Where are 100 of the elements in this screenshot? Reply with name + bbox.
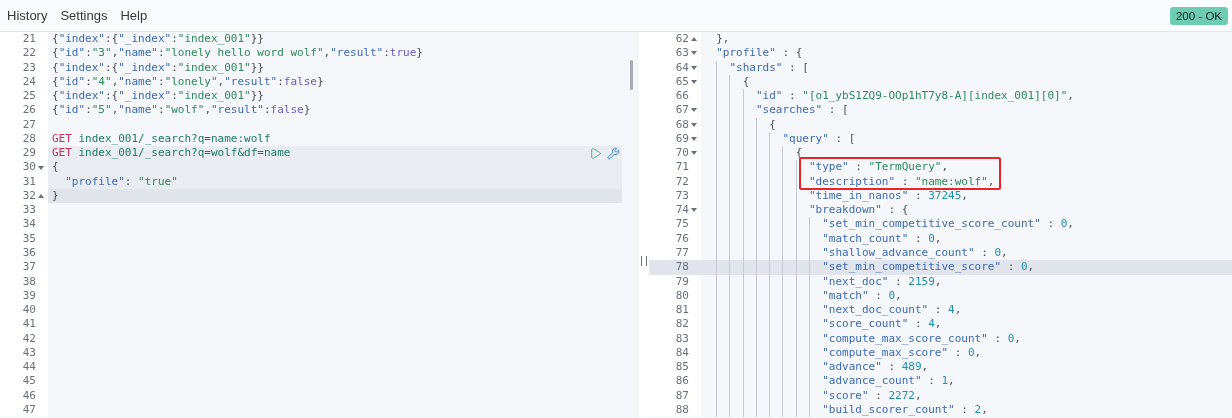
line-number: 45 xyxy=(22,374,36,389)
line-number: 69 xyxy=(675,131,689,147)
code-line: "next_doc_count" : 4, xyxy=(821,303,962,317)
code-line: GET index_001/_search?q=wolf&df=name xyxy=(52,146,291,160)
fold-arrow-icon[interactable] xyxy=(37,192,45,201)
code-line: "searches" : [ xyxy=(755,103,849,117)
code-line: "build_scorer_count" : 2, xyxy=(821,402,988,416)
fold-arrow-icon[interactable] xyxy=(37,163,45,172)
line-number: 31 xyxy=(22,174,36,189)
line-number: 28 xyxy=(22,131,36,147)
code-line: {"id":"3","name":"lonely hello word wolf","result":true} xyxy=(52,46,423,60)
code-line: "shards" : [ xyxy=(728,60,809,74)
code-line: "next_doc" : 2159, xyxy=(821,274,942,288)
line-number: 30 xyxy=(22,160,36,175)
line-number: 38 xyxy=(22,274,36,289)
line-number: 39 xyxy=(22,288,36,304)
line-number: 29 xyxy=(22,146,36,161)
resize-handle-icon[interactable] xyxy=(640,256,647,266)
code-line: "breakdown" : { xyxy=(807,203,909,217)
code-line: "set_min_competitive_score" : 0, xyxy=(821,260,1035,274)
code-line: { xyxy=(768,117,776,131)
line-number: 80 xyxy=(675,288,689,304)
line-number: 74 xyxy=(675,203,689,218)
code-line: }, xyxy=(715,32,730,45)
code-line: "match" : 0, xyxy=(821,288,902,302)
line-number: 81 xyxy=(675,303,689,318)
line-number: 36 xyxy=(22,246,36,261)
line-number: 34 xyxy=(22,217,36,232)
line-number: 88 xyxy=(675,402,689,418)
fold-arrow-icon[interactable] xyxy=(690,77,698,86)
line-number: 37 xyxy=(22,260,36,275)
line-number: 26 xyxy=(22,103,36,118)
code-line: {"index":{"_index":"index_001"}} xyxy=(52,89,264,103)
line-number: 41 xyxy=(22,317,36,332)
line-number: 73 xyxy=(675,188,689,204)
line-number: 66 xyxy=(675,89,689,104)
line-number: 24 xyxy=(22,74,36,90)
line-number: 63 xyxy=(675,46,689,61)
code-line: {"id":"4","name":"lonely","result":false} xyxy=(52,74,324,88)
code-line: "score" : 2272, xyxy=(821,388,922,402)
line-number: 76 xyxy=(675,231,689,246)
line-number: 43 xyxy=(22,345,36,361)
code-line: } xyxy=(52,188,59,202)
code-line: "profile": "true" xyxy=(64,174,178,188)
line-number: 64 xyxy=(675,60,689,75)
code-line: "time_in_nanos" : 37245, xyxy=(807,188,968,202)
line-number: 78 xyxy=(675,260,689,275)
code-line: {"index":{"_index":"index_001"}} xyxy=(52,60,264,74)
code-line: "compute_max_score" : 0, xyxy=(821,345,982,359)
line-number: 47 xyxy=(22,402,36,418)
line-number: 87 xyxy=(675,388,689,403)
menu-item[interactable]: History xyxy=(7,8,48,23)
code-line: {"index":{"_index":"index_001"}} xyxy=(52,32,264,45)
code-line: "type" : "TermQuery", xyxy=(807,160,949,174)
code-line: "description" : "name:wolf", xyxy=(807,174,995,188)
code-line: "compute_max_score_count" : 0, xyxy=(821,331,1021,345)
line-number: 25 xyxy=(22,89,36,104)
code-line: "match_count" : 0, xyxy=(821,231,942,245)
fold-arrow-icon[interactable] xyxy=(690,120,698,129)
code-line: "set_min_competitive_score_count" : 0, xyxy=(821,217,1074,231)
code-line: "query" : [ xyxy=(781,131,856,145)
line-number: 27 xyxy=(22,117,36,132)
status-badge: 200 - OK xyxy=(1169,6,1228,25)
scrollbar-thumb[interactable] xyxy=(630,60,633,90)
line-number: 72 xyxy=(675,174,689,189)
code-line: { xyxy=(52,160,59,174)
code-line: GET index_001/_search?q=name:wolf xyxy=(52,131,271,145)
fold-arrow-icon[interactable] xyxy=(690,63,698,72)
code-line: "advance" : 489, xyxy=(821,360,929,374)
line-number: 65 xyxy=(675,74,689,90)
line-number: 82 xyxy=(675,317,689,332)
line-number: 21 xyxy=(22,32,36,47)
code-line: {"id":"5","name":"wolf","result":false} xyxy=(52,103,311,117)
line-number: 77 xyxy=(675,246,689,261)
code-line: "shallow_advance_count" : 0, xyxy=(821,246,1008,259)
line-number: 70 xyxy=(675,146,689,161)
wrench-icon[interactable] xyxy=(607,146,620,160)
line-number: 79 xyxy=(675,274,689,289)
line-number: 71 xyxy=(675,160,689,175)
fold-arrow-icon[interactable] xyxy=(690,135,698,143)
code-line: { xyxy=(794,146,803,160)
line-number: 86 xyxy=(675,374,689,389)
line-number: 40 xyxy=(22,303,36,318)
menu-item[interactable]: Settings xyxy=(60,8,108,23)
code-line: "id" : "[o1_ybS1ZQ9-OOp1hT7y8-A][index_001][0]", xyxy=(755,89,1074,103)
fold-arrow-icon[interactable] xyxy=(690,35,698,44)
line-number: 67 xyxy=(675,103,689,118)
code-line: { xyxy=(741,74,750,88)
line-number: 22 xyxy=(22,46,36,61)
menu-item[interactable]: Help xyxy=(120,8,148,23)
code-line: "advance_count" : 1, xyxy=(821,374,955,388)
line-number: 46 xyxy=(22,388,36,403)
line-number: 75 xyxy=(675,217,689,232)
code-line: "score_count" : 4, xyxy=(821,317,942,331)
line-number: 35 xyxy=(22,231,36,246)
line-number: 84 xyxy=(675,345,689,361)
line-number: 83 xyxy=(675,331,689,346)
line-number: 42 xyxy=(22,331,36,346)
line-number: 44 xyxy=(22,360,36,375)
line-number: 32 xyxy=(22,188,36,204)
